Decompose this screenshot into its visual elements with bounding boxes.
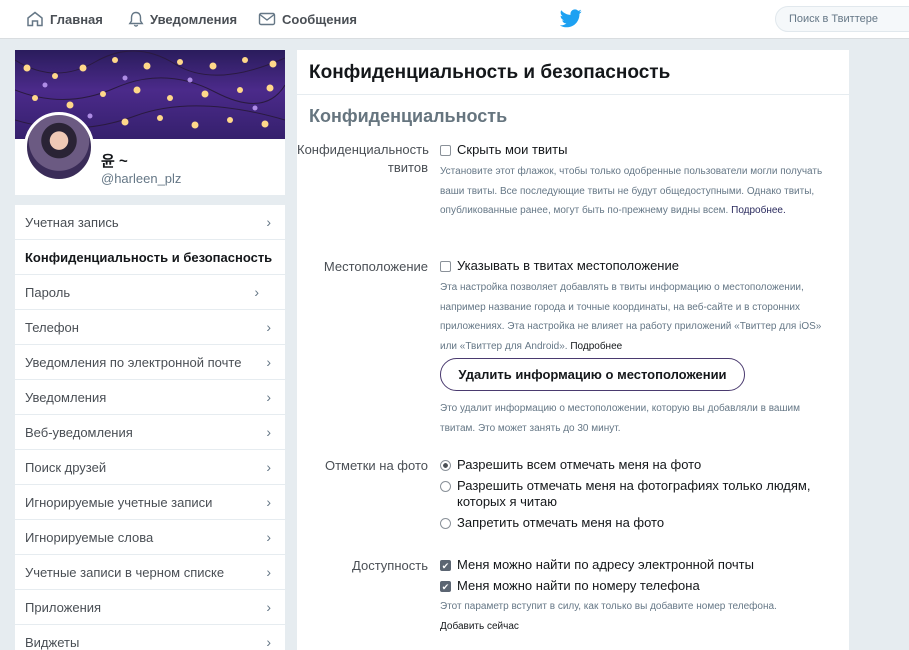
location-text: Указывать в твитах местоположение	[457, 258, 679, 273]
menu-item-password[interactable]: Пароль ›	[15, 275, 285, 310]
profile-card[interactable]: 윤 ~ @harleen_plz	[15, 50, 285, 195]
photo-tag-radio-nobody[interactable]	[440, 518, 451, 529]
discoverability-help: Этот параметр вступит в силу, как только…	[440, 597, 836, 636]
photo-tag-option-following[interactable]: Разрешить отмечать меня на фотографиях т…	[440, 478, 820, 510]
nav-home[interactable]: Главная	[26, 0, 103, 38]
chevron-right-icon: ›	[254, 284, 259, 300]
twitter-bird-icon[interactable]	[560, 9, 582, 28]
photo-tag-option-everyone[interactable]: Разрешить всем отмечать меня на фото	[440, 457, 701, 473]
menu-item-label: Телефон	[25, 320, 79, 335]
discover-phone-option[interactable]: ✔ Меня можно найти по номеру телефона	[440, 578, 700, 594]
page-title: Конфиденциальность и безопасность	[309, 62, 671, 83]
profile-display-name[interactable]: 윤 ~	[101, 150, 128, 171]
search-input[interactable]: Поиск в Твиттере	[775, 6, 909, 32]
profile-handle[interactable]: @harleen_plz	[101, 171, 181, 186]
top-navigation-bar: Главная Уведомления Сообщения Поиск в Тв…	[0, 0, 909, 39]
discover-phone-text: Меня можно найти по номеру телефона	[457, 578, 700, 593]
location-help: Эта настройка позволяет добавлять в твит…	[440, 278, 836, 356]
photo-tag-option-nobody[interactable]: Запретить отмечать меня на фото	[440, 515, 664, 531]
nav-messages[interactable]: Сообщения	[258, 0, 357, 38]
menu-item-label: Игнорируемые учетные записи	[25, 495, 213, 510]
protect-tweets-learn-more-link[interactable]: Подробнее.	[731, 205, 786, 216]
chevron-right-icon: ›	[266, 494, 271, 510]
delete-location-help: Это удалит информацию о местоположении, …	[440, 403, 800, 434]
tweet-privacy-label: Конфиденциальность твитов	[297, 142, 429, 175]
menu-item-label: Уведомления	[25, 390, 107, 405]
location-checkbox[interactable]	[440, 261, 451, 272]
discoverability-label: Доступность	[352, 558, 428, 573]
photo-tagging-label: Отметки на фото	[324, 458, 428, 473]
menu-item-phone[interactable]: Телефон ›	[15, 310, 285, 345]
protect-tweets-text: Скрыть мои твиты	[457, 142, 568, 157]
chevron-right-icon: ›	[266, 389, 271, 405]
discover-email-option[interactable]: ✔ Меня можно найти по адресу электронной…	[440, 557, 754, 573]
menu-item-widgets[interactable]: Виджеты ›	[15, 625, 285, 650]
nav-home-label: Главная	[50, 11, 103, 27]
menu-item-label: Игнорируемые слова	[25, 530, 154, 545]
menu-item-label: Виджеты	[25, 635, 80, 650]
menu-item-label: Уведомления по электронной почте	[25, 355, 242, 370]
envelope-icon	[258, 12, 276, 26]
menu-item-notifications[interactable]: Уведомления ›	[15, 380, 285, 415]
menu-item-apps[interactable]: Приложения ›	[15, 590, 285, 625]
location-help-text: Эта настройка позволяет добавлять в твит…	[440, 282, 822, 352]
discover-phone-checkbox[interactable]: ✔	[440, 581, 451, 592]
location-label: Местоположение	[323, 259, 428, 274]
chevron-right-icon: ›	[266, 319, 271, 335]
chevron-right-icon: ›	[266, 214, 271, 230]
settings-panel: Конфиденциальность и безопасность Конфид…	[297, 50, 849, 650]
menu-item-label: Поиск друзей	[25, 460, 107, 475]
menu-item-label: Конфиденциальность и безопасность	[25, 250, 273, 265]
photo-tag-text-following: Разрешить отмечать меня на фотографиях т…	[457, 478, 811, 509]
menu-item-label: Веб-уведомления	[25, 425, 133, 440]
settings-menu: Учетная запись › Конфиденциальность и без…	[15, 205, 285, 650]
avatar[interactable]	[24, 112, 94, 182]
menu-item-label: Приложения	[25, 600, 102, 615]
menu-item-muted-accounts[interactable]: Игнорируемые учетные записи ›	[15, 485, 285, 520]
photo-tag-radio-following[interactable]	[440, 481, 451, 492]
discoverability-help-text: Этот параметр вступит в силу, как только…	[440, 601, 777, 612]
chevron-right-icon: ›	[266, 564, 271, 580]
chevron-right-icon: ›	[266, 424, 271, 440]
chevron-right-icon: ›	[266, 529, 271, 545]
menu-item-label: Учетные записи в черном списке	[25, 565, 225, 580]
delete-location-button[interactable]: Удалить информацию о местоположении	[440, 358, 745, 391]
nav-messages-label: Сообщения	[282, 11, 357, 27]
home-icon	[27, 11, 43, 27]
discover-email-text: Меня можно найти по адресу электронной п…	[457, 557, 754, 572]
bell-icon	[128, 11, 144, 27]
section-title: Конфиденциальность	[309, 106, 508, 126]
title-divider	[297, 94, 849, 95]
menu-item-privacy-security[interactable]: Конфиденциальность и безопасность	[15, 240, 285, 275]
chevron-right-icon: ›	[266, 634, 271, 650]
protect-tweets-checkbox[interactable]	[440, 145, 451, 156]
chevron-right-icon: ›	[266, 599, 271, 615]
menu-item-web-notifications[interactable]: Веб-уведомления ›	[15, 415, 285, 450]
menu-item-blocked-accounts[interactable]: Учетные записи в черном списке ›	[15, 555, 285, 590]
chevron-right-icon: ›	[266, 459, 271, 475]
location-option[interactable]: Указывать в твитах местоположение	[440, 258, 679, 274]
chevron-right-icon: ›	[266, 354, 271, 370]
location-learn-more-link[interactable]: Подробнее	[570, 341, 622, 352]
menu-item-label: Учетная запись	[25, 215, 119, 230]
menu-item-find-friends[interactable]: Поиск друзей ›	[15, 450, 285, 485]
add-phone-link[interactable]: Добавить сейчас	[440, 617, 836, 637]
menu-item-account[interactable]: Учетная запись ›	[15, 205, 285, 240]
nav-notifications-label: Уведомления	[150, 11, 238, 27]
menu-item-label: Пароль	[25, 285, 71, 300]
nav-notifications[interactable]: Уведомления	[128, 0, 237, 38]
menu-item-email-notifications[interactable]: Уведомления по электронной почте ›	[15, 345, 285, 380]
photo-tag-text-nobody: Запретить отмечать меня на фото	[457, 515, 665, 530]
menu-item-muted-words[interactable]: Игнорируемые слова ›	[15, 520, 285, 555]
photo-tag-text-everyone: Разрешить всем отмечать меня на фото	[457, 457, 702, 472]
discover-email-checkbox[interactable]: ✔	[440, 560, 451, 571]
protect-tweets-help: Установите этот флажок, чтобы только одо…	[440, 162, 836, 221]
protect-tweets-option[interactable]: Скрыть мои твиты	[440, 142, 567, 158]
photo-tag-radio-everyone[interactable]	[440, 460, 451, 471]
